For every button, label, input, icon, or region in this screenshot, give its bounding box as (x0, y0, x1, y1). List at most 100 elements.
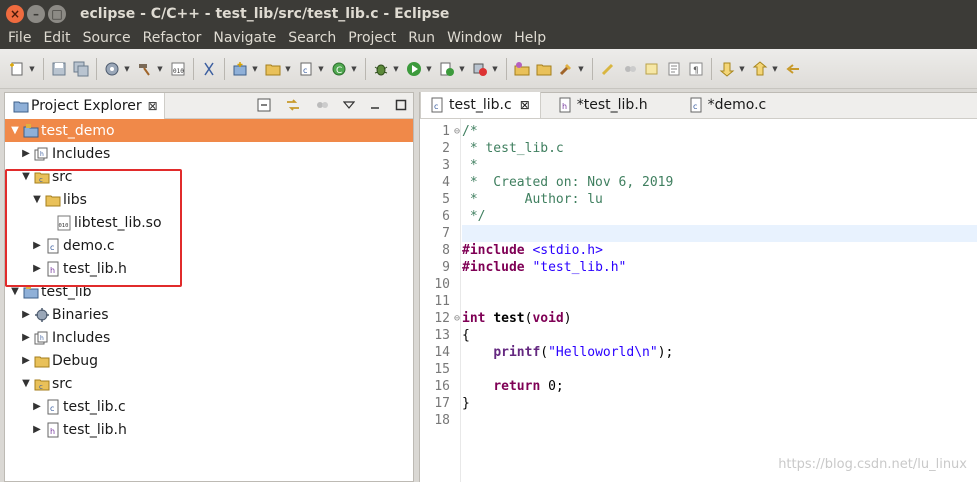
new-icon[interactable] (8, 60, 26, 78)
menu-search[interactable]: Search (281, 30, 341, 46)
coverage-icon[interactable] (438, 60, 456, 78)
collapsed-twisty-icon[interactable]: ▶ (31, 424, 43, 435)
new-source-file-icon[interactable]: c (297, 60, 315, 78)
collapsed-twisty-icon[interactable]: ▶ (20, 148, 32, 159)
code-line[interactable]: /* (462, 123, 977, 140)
expanded-twisty-icon[interactable]: ▼ (31, 194, 43, 205)
expanded-twisty-icon[interactable]: ▼ (20, 171, 32, 182)
expanded-twisty-icon[interactable]: ▼ (9, 125, 21, 136)
code-line[interactable]: printf("Helloworld\n"); (462, 344, 977, 361)
menu-file[interactable]: File (0, 30, 36, 46)
collapsed-twisty-icon[interactable]: ▶ (31, 263, 43, 274)
code-line[interactable]: * (462, 157, 977, 174)
search-dropdown-icon[interactable]: ▼ (577, 60, 585, 78)
code-line[interactable]: #include <stdio.h> (462, 242, 977, 259)
collapsed-twisty-icon[interactable]: ▶ (20, 332, 32, 343)
code-line[interactable]: { (462, 327, 977, 344)
menu-source[interactable]: Source (76, 30, 136, 46)
maximize-window-button[interactable]: □ (48, 4, 66, 23)
code-line[interactable] (462, 412, 977, 429)
tree-item[interactable]: ▶ Binaries (5, 303, 413, 326)
annotation-icon[interactable] (599, 60, 617, 78)
menu-navigate[interactable]: Navigate (206, 30, 281, 46)
prev-annotation-dropdown-icon[interactable]: ▼ (771, 60, 779, 78)
save-icon[interactable] (50, 60, 68, 78)
code-line[interactable] (462, 293, 977, 310)
minimize-window-button[interactable]: – (27, 4, 45, 23)
word-wrap-icon[interactable] (665, 60, 683, 78)
new-dropdown-icon[interactable]: ▼ (28, 60, 36, 78)
open-folder-icon[interactable] (535, 60, 553, 78)
search-flashlight-icon[interactable] (557, 60, 575, 78)
editor-tab[interactable]: c *demo.c (680, 92, 777, 118)
run-icon[interactable] (405, 60, 423, 78)
run-dropdown-icon[interactable]: ▼ (425, 60, 433, 78)
toggle-mark-icon[interactable] (621, 60, 639, 78)
tree-item[interactable]: ▶ c test_lib.c (5, 395, 413, 418)
debug-bug-icon[interactable] (372, 60, 390, 78)
collapsed-twisty-icon[interactable]: ▶ (20, 309, 32, 320)
external-tools-dropdown-icon[interactable]: ▼ (491, 60, 499, 78)
menu-help[interactable]: Help (507, 30, 551, 46)
menu-edit[interactable]: Edit (36, 30, 75, 46)
next-annotation-dropdown-icon[interactable]: ▼ (738, 60, 746, 78)
code-line[interactable]: return 0; (462, 378, 977, 395)
menu-window[interactable]: Window (440, 30, 507, 46)
prev-annotation-icon[interactable] (751, 60, 769, 78)
code-line[interactable]: * Created on: Nov 6, 2019 (462, 174, 977, 191)
code-line[interactable]: #include "test_lib.h" (462, 259, 977, 276)
editor-tab[interactable]: h *test_lib.h (549, 92, 658, 118)
close-icon[interactable]: ⊠ (148, 99, 158, 113)
menu-project[interactable]: Project (341, 30, 401, 46)
save-all-icon[interactable] (72, 60, 90, 78)
tree-item[interactable]: 010 libtest_lib.so (5, 211, 413, 234)
edit-block-icon[interactable] (643, 60, 661, 78)
tree-item[interactable]: ▶ h test_lib.h (5, 257, 413, 280)
back-icon[interactable] (784, 60, 802, 78)
tree-item[interactable]: ▼ libs (5, 188, 413, 211)
menu-refactor[interactable]: Refactor (136, 30, 207, 46)
build-config-dropdown-icon[interactable]: ▼ (123, 60, 131, 78)
minimize-view-icon[interactable] (369, 99, 381, 114)
build-dropdown-icon[interactable]: ▼ (156, 60, 164, 78)
tree-item[interactable]: ▶ c demo.c (5, 234, 413, 257)
view-menu-icon[interactable] (342, 99, 356, 113)
code-line[interactable]: * test_lib.c (462, 140, 977, 157)
new-project-icon[interactable] (231, 60, 249, 78)
build-config-icon[interactable] (103, 60, 121, 78)
code-line[interactable] (462, 361, 977, 378)
new-project-dropdown-icon[interactable]: ▼ (251, 60, 259, 78)
tree-item[interactable]: ▼ test_lib (5, 280, 413, 303)
expanded-twisty-icon[interactable]: ▼ (9, 286, 21, 297)
new-class-dropdown-icon[interactable]: ▼ (350, 60, 358, 78)
tree-item[interactable]: ▼ test_demo (5, 119, 413, 142)
collapse-all-icon[interactable] (257, 98, 271, 115)
code-line[interactable] (462, 225, 977, 242)
collapsed-twisty-icon[interactable]: ▶ (31, 240, 43, 251)
new-folder-icon[interactable] (264, 60, 282, 78)
tree-item[interactable]: ▶ h Includes (5, 142, 413, 165)
close-window-button[interactable]: × (6, 4, 24, 23)
next-annotation-icon[interactable] (718, 60, 736, 78)
new-source-dropdown-icon[interactable]: ▼ (317, 60, 325, 78)
tree-item[interactable]: ▶ h test_lib.h (5, 418, 413, 441)
collapsed-twisty-icon[interactable]: ▶ (31, 401, 43, 412)
tree-item[interactable]: ▼ c src (5, 372, 413, 395)
code-line[interactable]: * Author: lu (462, 191, 977, 208)
code-line[interactable]: */ (462, 208, 977, 225)
project-explorer-tab[interactable]: Project Explorer ⊠ (5, 92, 165, 119)
close-icon[interactable]: ⊠ (520, 98, 530, 112)
filter-icon[interactable] (315, 98, 329, 115)
menu-run[interactable]: Run (401, 30, 440, 46)
collapsed-twisty-icon[interactable]: ▶ (20, 355, 32, 366)
tree-item[interactable]: ▼ c src (5, 165, 413, 188)
tree-item[interactable]: ▶ h Includes (5, 326, 413, 349)
external-tools-icon[interactable] (471, 60, 489, 78)
cut-icon[interactable] (200, 60, 218, 78)
new-class-icon[interactable]: C (330, 60, 348, 78)
maximize-view-icon[interactable] (395, 99, 407, 114)
show-whitespace-icon[interactable]: ¶ (687, 60, 705, 78)
code-line[interactable]: int test(void) (462, 310, 977, 327)
expanded-twisty-icon[interactable]: ▼ (20, 378, 32, 389)
debug-dropdown-icon[interactable]: ▼ (392, 60, 400, 78)
